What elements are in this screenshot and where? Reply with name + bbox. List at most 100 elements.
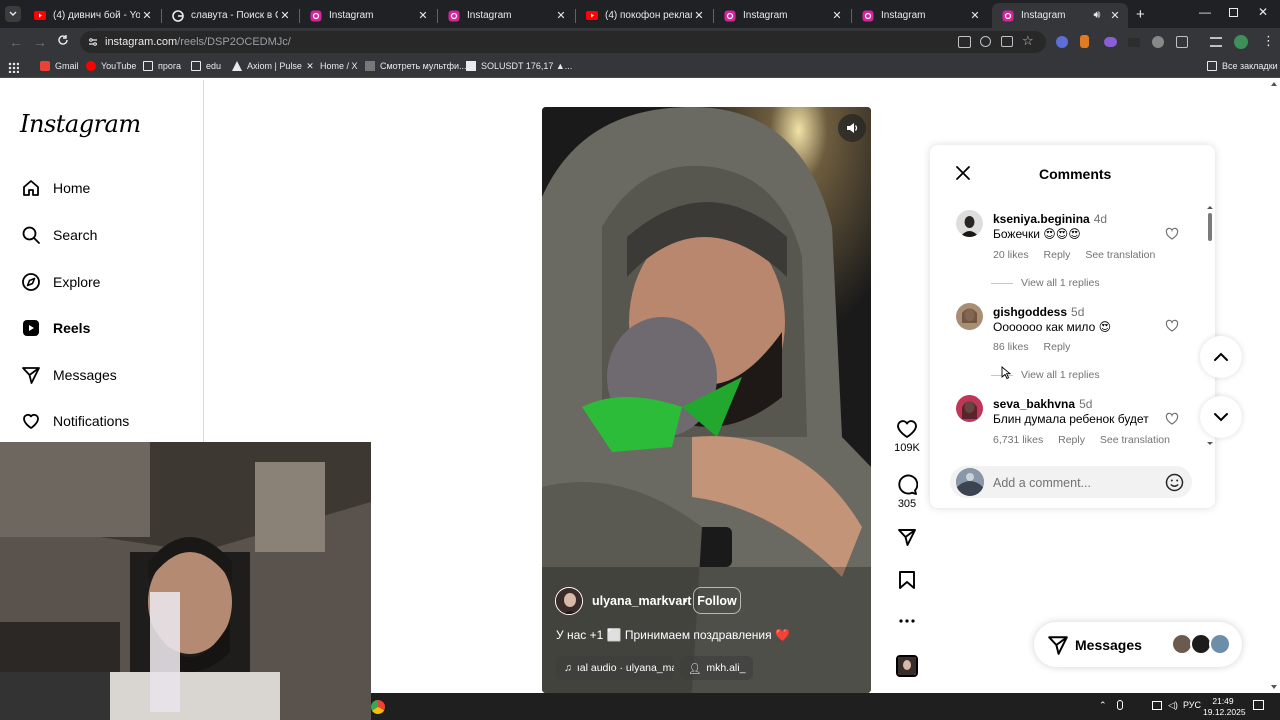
see-translation-button[interactable]: See translation bbox=[1100, 434, 1170, 446]
sidebar-item-notifications[interactable]: Notifications bbox=[20, 406, 129, 436]
close-icon[interactable]: ✕ bbox=[968, 9, 982, 23]
apps-grid-icon[interactable] bbox=[8, 62, 19, 73]
comment-username[interactable]: kseniya.beginina 4d bbox=[993, 212, 1107, 226]
sidebar-item-search[interactable]: Search bbox=[20, 220, 97, 250]
close-icon[interactable]: ✕ bbox=[554, 9, 568, 23]
reel-owner-avatar[interactable] bbox=[555, 587, 583, 615]
audio-chip[interactable]: ♫ ıal audio · ulyana_mar bbox=[556, 656, 674, 680]
follow-button[interactable]: Follow bbox=[693, 587, 741, 614]
comment-username[interactable]: seva_bakhvna 5d bbox=[993, 397, 1092, 411]
reply-button[interactable]: Reply bbox=[1058, 434, 1085, 446]
bookmark-folder-edu[interactable]: edu bbox=[191, 61, 221, 71]
bookmark-gmail[interactable]: Gmail bbox=[40, 61, 79, 71]
tab-search-button[interactable] bbox=[5, 6, 21, 22]
kebab-menu-icon[interactable]: ⋮ bbox=[1262, 33, 1275, 49]
back-button[interactable]: ← bbox=[9, 34, 23, 50]
page-scroll-down[interactable] bbox=[1271, 685, 1277, 689]
browser-tab[interactable]: (4) покофон реклама - YouTube ✕ bbox=[576, 3, 712, 28]
close-icon[interactable]: ✕ bbox=[692, 9, 706, 23]
browser-tab[interactable]: славута - Поиск в Google ✕ bbox=[162, 3, 298, 28]
audio-thumbnail[interactable] bbox=[896, 655, 918, 677]
reel-owner-username[interactable]: ulyana_markvart bbox=[592, 594, 691, 608]
tray-up-arrow-icon[interactable]: ⌃ bbox=[1099, 700, 1107, 711]
profile-avatar[interactable] bbox=[1234, 35, 1248, 49]
comment-avatar[interactable] bbox=[956, 395, 983, 422]
comment-like-button[interactable] bbox=[1165, 227, 1179, 241]
microphone-icon[interactable] bbox=[1117, 700, 1123, 710]
previous-reel-button[interactable] bbox=[1200, 336, 1242, 378]
speaker-icon[interactable]: 🔊︎ bbox=[1090, 9, 1104, 23]
extensions-puzzle-icon[interactable] bbox=[1176, 36, 1188, 48]
comment-like-button[interactable] bbox=[1165, 412, 1179, 426]
reel-caption[interactable]: У нас +1 ⬜ Принимаем поздравления ❤️ bbox=[556, 628, 790, 642]
site-info-icon[interactable] bbox=[88, 37, 98, 47]
more-options-action[interactable] bbox=[893, 612, 921, 630]
close-icon[interactable]: ✕ bbox=[830, 9, 844, 23]
browser-tab[interactable]: Instagram ✕ bbox=[852, 3, 988, 28]
forward-button[interactable]: → bbox=[33, 34, 47, 50]
instagram-logo[interactable]: Instagram bbox=[20, 110, 141, 138]
window-close-button[interactable]: ✕ bbox=[1258, 5, 1268, 19]
bookmark-axiom[interactable]: Axiom | Pulse bbox=[232, 61, 302, 71]
extension-icon[interactable] bbox=[1152, 36, 1164, 48]
new-tab-button[interactable]: + bbox=[1136, 6, 1145, 23]
reload-button[interactable] bbox=[57, 34, 69, 46]
extension-icon[interactable] bbox=[1080, 35, 1089, 48]
bookmark-solusdt[interactable]: SOLUSDT 176,17 ▲... bbox=[466, 61, 572, 71]
notifications-tray-icon[interactable] bbox=[1253, 700, 1264, 710]
sidebar-item-reels[interactable]: Reels bbox=[20, 313, 90, 343]
next-reel-button[interactable] bbox=[1200, 396, 1242, 438]
page-scroll-up[interactable] bbox=[1271, 82, 1277, 86]
install-icon[interactable] bbox=[1001, 36, 1013, 47]
comment-action[interactable]: 305 bbox=[893, 473, 921, 510]
see-translation-button[interactable]: See translation bbox=[1085, 249, 1155, 261]
reply-button[interactable]: Reply bbox=[1044, 341, 1071, 353]
view-replies-button[interactable]: View all 1 replies bbox=[991, 277, 1100, 289]
zoom-icon[interactable] bbox=[980, 36, 991, 47]
reply-button[interactable]: Reply bbox=[1044, 249, 1071, 261]
browser-tab-active[interactable]: Instagram 🔊︎ ✕ bbox=[992, 3, 1128, 28]
sidebar-item-home[interactable]: Home bbox=[20, 173, 90, 203]
minimize-button[interactable]: — bbox=[1199, 5, 1211, 19]
browser-tab[interactable]: Instagram ✕ bbox=[438, 3, 574, 28]
extension-icon[interactable] bbox=[1056, 36, 1068, 48]
bookmark-folder-proga[interactable]: прога bbox=[143, 61, 181, 71]
extension-icon[interactable] bbox=[1104, 37, 1117, 47]
share-action[interactable] bbox=[893, 527, 921, 547]
like-action[interactable]: 109K bbox=[893, 419, 921, 454]
close-icon[interactable]: ✕ bbox=[1108, 9, 1122, 23]
media-control-icon[interactable] bbox=[1210, 37, 1222, 47]
browser-tab[interactable]: Instagram ✕ bbox=[300, 3, 436, 28]
restore-button[interactable] bbox=[1229, 8, 1238, 17]
volume-icon[interactable]: ◁) bbox=[1168, 700, 1178, 711]
bookmark-youtube[interactable]: YouTube bbox=[86, 61, 136, 71]
network-icon[interactable] bbox=[1152, 701, 1162, 710]
sidebar-item-explore[interactable]: Explore bbox=[20, 267, 100, 297]
comment-likes[interactable]: 86 likes bbox=[993, 341, 1029, 353]
view-replies-button[interactable]: View all 1 replies bbox=[991, 369, 1100, 381]
bookmark-cartoons[interactable]: Смотреть мультфи... bbox=[365, 61, 467, 71]
close-icon[interactable]: ✕ bbox=[140, 9, 154, 23]
comment-likes[interactable]: 6,731 likes bbox=[993, 434, 1043, 446]
tagged-user-chip[interactable]: 👤︎ mkh.ali_ bbox=[680, 656, 754, 680]
close-icon[interactable]: ✕ bbox=[278, 9, 292, 23]
emoji-button[interactable] bbox=[1165, 473, 1184, 492]
save-action[interactable] bbox=[893, 570, 921, 590]
bookmark-x[interactable]: ✕ Home / X bbox=[305, 61, 357, 71]
close-comments-button[interactable] bbox=[954, 164, 972, 182]
close-icon[interactable]: ✕ bbox=[416, 9, 430, 23]
all-bookmarks[interactable]: Все закладки bbox=[1207, 61, 1278, 71]
sound-toggle-button[interactable] bbox=[838, 114, 866, 142]
comment-username[interactable]: gishgoddess 5d bbox=[993, 305, 1084, 319]
extension-icon[interactable] bbox=[1128, 38, 1140, 47]
comment-avatar[interactable] bbox=[956, 303, 983, 330]
chrome-taskbar-icon[interactable] bbox=[371, 700, 385, 714]
comment-avatar[interactable] bbox=[956, 210, 983, 237]
browser-tab[interactable]: Instagram ✕ bbox=[714, 3, 850, 28]
comment-likes[interactable]: 20 likes bbox=[993, 249, 1029, 261]
sidebar-item-messages[interactable]: Messages bbox=[20, 360, 117, 390]
language-indicator[interactable]: РУС bbox=[1183, 700, 1201, 710]
add-comment-input[interactable]: Add a comment... bbox=[993, 476, 1091, 490]
bookmark-star-icon[interactable]: ☆ bbox=[1022, 33, 1034, 49]
clock[interactable]: 21:49 19.12.2025 bbox=[1203, 696, 1246, 718]
